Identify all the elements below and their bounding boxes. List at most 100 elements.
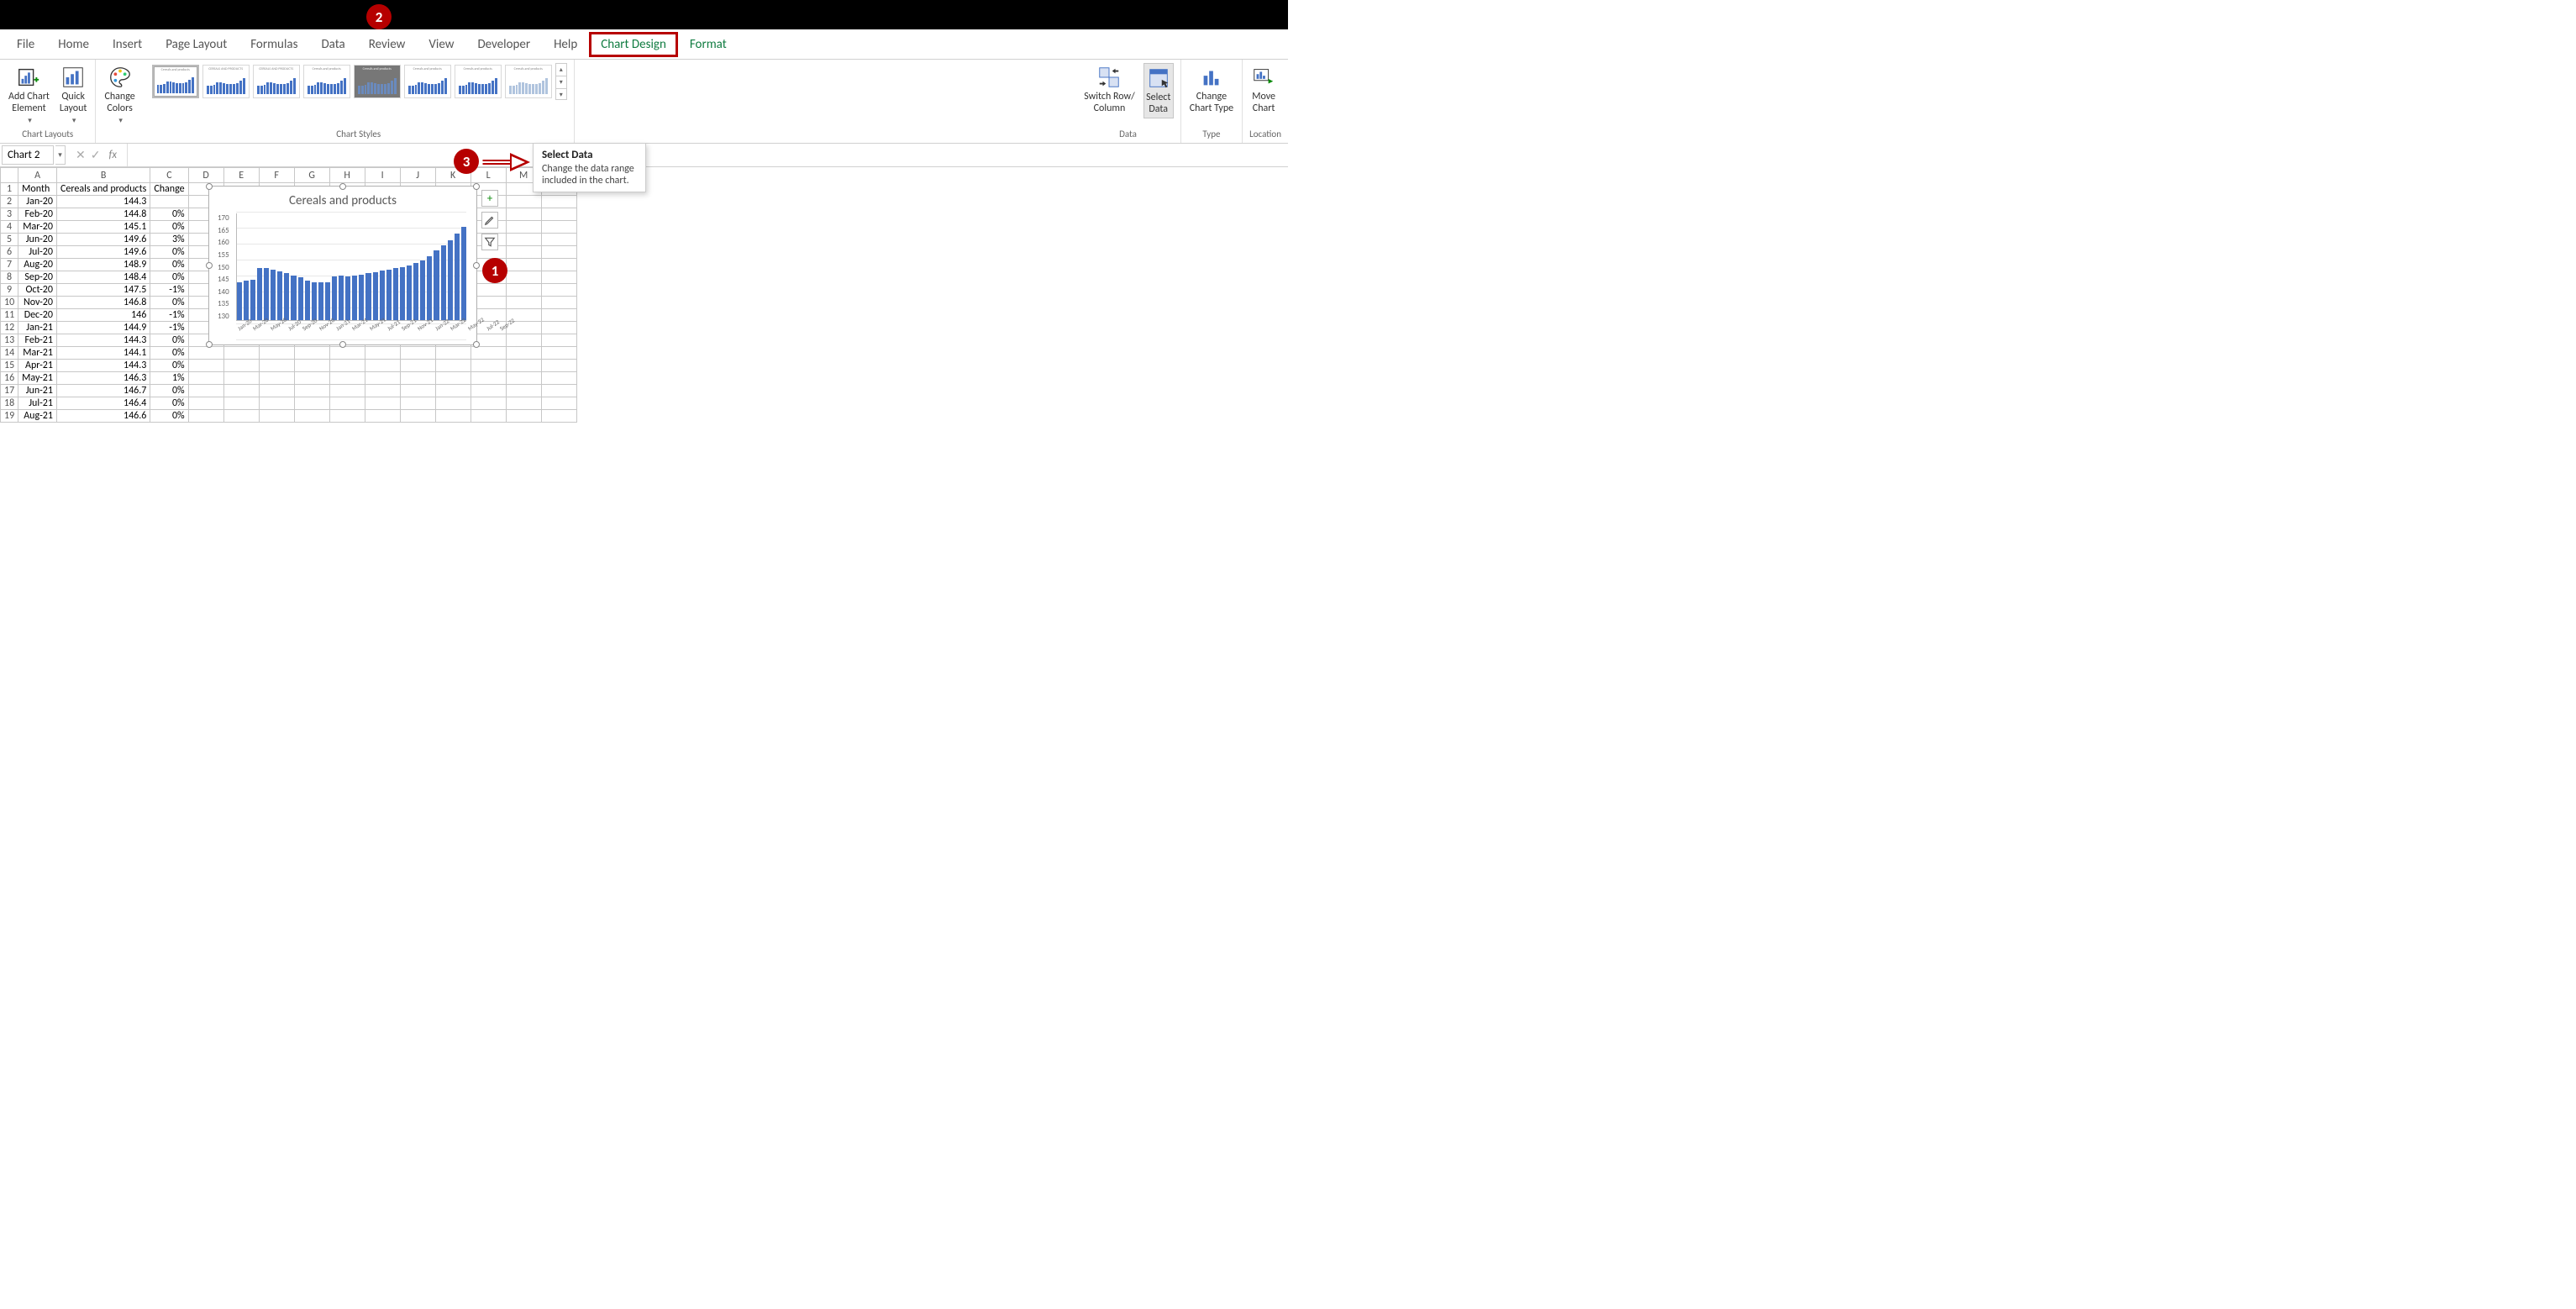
y-axis: 170165160155150145140135130 xyxy=(218,212,233,339)
chart-style-1[interactable]: Cereals and products xyxy=(152,65,199,98)
quick-layout-icon xyxy=(60,65,86,90)
palette-icon xyxy=(108,65,133,90)
chart-styles-button[interactable] xyxy=(481,212,498,229)
annotation-2: 2 xyxy=(366,4,392,29)
tab-review[interactable]: Review xyxy=(357,32,418,57)
col-G[interactable]: G xyxy=(294,168,329,183)
arrow-icon xyxy=(481,150,531,175)
formula-buttons: ✕ ✓ fx xyxy=(69,144,127,166)
chart-filters-button[interactable] xyxy=(481,234,498,250)
chart-title[interactable]: Cereals and products xyxy=(218,192,468,212)
group-type-label: Type xyxy=(1188,127,1235,139)
group-data: Switch Row/ Column Select Data Data xyxy=(1075,60,1180,143)
chart-styles-gallery[interactable]: Cereals and products CEREALS AND PRODUCT… xyxy=(150,63,567,100)
name-box[interactable]: Chart 2 xyxy=(2,145,54,165)
resize-handle[interactable] xyxy=(339,341,346,348)
col-B[interactable]: B xyxy=(56,168,150,183)
change-chart-type-button[interactable]: Change Chart Type xyxy=(1188,63,1235,117)
resize-handle[interactable] xyxy=(206,183,213,190)
select-data-button[interactable]: Select Data xyxy=(1143,63,1174,118)
annotation-3: 3 xyxy=(454,149,479,174)
tab-file[interactable]: File xyxy=(5,32,46,57)
resize-handle[interactable] xyxy=(206,341,213,348)
switch-row-col-icon xyxy=(1096,65,1122,90)
chart-style-5[interactable]: Cereals and products xyxy=(354,65,401,98)
tab-page-layout[interactable]: Page Layout xyxy=(154,32,239,57)
bar-series[interactable] xyxy=(236,213,466,321)
select-data-icon xyxy=(1146,66,1171,91)
change-colors-label: Change Colors xyxy=(104,92,134,115)
resize-handle[interactable] xyxy=(339,183,346,190)
add-chart-element-label: Add Chart Element xyxy=(8,92,50,115)
resize-handle[interactable] xyxy=(473,341,480,348)
group-location-label: Location xyxy=(1249,127,1281,139)
cancel-icon[interactable]: ✕ xyxy=(76,148,86,162)
col-D[interactable]: D xyxy=(188,168,223,183)
group-type: Change Chart Type Type xyxy=(1181,60,1243,143)
change-colors-button[interactable]: Change Colors xyxy=(103,63,136,127)
chart-style-3[interactable]: CEREALS AND PRODUCTS xyxy=(253,65,300,98)
select-all-corner[interactable] xyxy=(1,168,18,183)
tab-data[interactable]: Data xyxy=(309,32,356,57)
quick-layout-button[interactable]: Quick Layout xyxy=(58,63,89,127)
group-chart-layouts: Add Chart Element Quick Layout Chart Lay… xyxy=(0,60,96,143)
switch-row-col-label: Switch Row/ Column xyxy=(1084,92,1134,115)
switch-row-column-button[interactable]: Switch Row/ Column xyxy=(1082,63,1136,117)
change-chart-type-label: Change Chart Type xyxy=(1190,92,1233,115)
col-H[interactable]: H xyxy=(329,168,365,183)
group-chart-styles-label: Chart Styles xyxy=(150,127,567,139)
chart-style-4[interactable]: Cereals and products xyxy=(303,65,350,98)
group-chart-styles: Cereals and products CEREALS AND PRODUCT… xyxy=(144,60,575,143)
add-chart-element-icon xyxy=(16,65,41,90)
chart-style-7[interactable]: Cereals and products xyxy=(455,65,502,98)
col-E[interactable]: E xyxy=(223,168,259,183)
chart-object[interactable]: + Cereals and products 17016516015515014… xyxy=(208,186,477,345)
ribbon-tabs: File Home Insert Page Layout Formulas Da… xyxy=(0,29,1288,60)
tab-chart-design[interactable]: Chart Design xyxy=(589,32,678,57)
col-A[interactable]: A xyxy=(18,168,57,183)
x-axis: Jan-20Mar-20May-20Jul-20Sep-20Nov-20Jan-… xyxy=(236,321,466,339)
resize-handle[interactable] xyxy=(473,262,480,269)
quick-layout-label: Quick Layout xyxy=(60,92,87,115)
worksheet: A B C D E F G H I J K L M N 1MonthCereal… xyxy=(0,167,1288,423)
group-location: Move Chart Location xyxy=(1243,60,1288,143)
tab-view[interactable]: View xyxy=(417,32,465,57)
name-box-dropdown[interactable]: ▾ xyxy=(55,145,66,165)
change-chart-type-icon xyxy=(1199,65,1224,90)
chart-quick-buttons: + xyxy=(481,190,498,250)
move-chart-icon xyxy=(1251,65,1276,90)
fx-icon[interactable]: fx xyxy=(105,149,120,161)
chart-elements-button[interactable]: + xyxy=(481,190,498,207)
chart-style-6[interactable]: Cereals and products xyxy=(404,65,451,98)
move-chart-button[interactable]: Move Chart xyxy=(1249,63,1278,117)
group-chart-layouts-label: Chart Layouts xyxy=(7,127,88,139)
col-F[interactable]: F xyxy=(259,168,294,183)
chart-style-2[interactable]: CEREALS AND PRODUCTS xyxy=(202,65,250,98)
tab-home[interactable]: Home xyxy=(46,32,101,57)
tab-formulas[interactable]: Formulas xyxy=(239,32,309,57)
ribbon: Add Chart Element Quick Layout Chart Lay… xyxy=(0,60,1288,144)
add-chart-element-button[interactable]: Add Chart Element xyxy=(7,63,51,127)
resize-handle[interactable] xyxy=(473,183,480,190)
col-J[interactable]: J xyxy=(400,168,435,183)
plot-area[interactable]: 170165160155150145140135130 Jan-20Mar-20… xyxy=(218,212,468,339)
tab-developer[interactable]: Developer xyxy=(465,32,542,57)
formula-input[interactable] xyxy=(127,144,1288,166)
col-C[interactable]: C xyxy=(150,168,188,183)
chart-area[interactable]: Cereals and products 1701651601551501451… xyxy=(218,192,468,339)
group-change-colors: Change Colors xyxy=(96,60,143,143)
chart-styles-scroll[interactable]: ▴▾▾ xyxy=(555,63,567,100)
tab-insert[interactable]: Insert xyxy=(101,32,154,57)
select-data-tooltip: Select Data Change the data range includ… xyxy=(533,143,646,192)
resize-handle[interactable] xyxy=(206,262,213,269)
enter-icon[interactable]: ✓ xyxy=(91,148,101,162)
tab-format[interactable]: Format xyxy=(678,32,739,57)
group-data-label: Data xyxy=(1082,127,1173,139)
tooltip-body: Change the data range included in the ch… xyxy=(542,163,634,187)
chart-style-8[interactable]: Cereals and products xyxy=(505,65,552,98)
move-chart-label: Move Chart xyxy=(1252,92,1275,115)
col-I[interactable]: I xyxy=(365,168,400,183)
title-bar xyxy=(0,0,1288,29)
tab-help[interactable]: Help xyxy=(542,32,589,57)
tooltip-title: Select Data xyxy=(542,149,637,161)
